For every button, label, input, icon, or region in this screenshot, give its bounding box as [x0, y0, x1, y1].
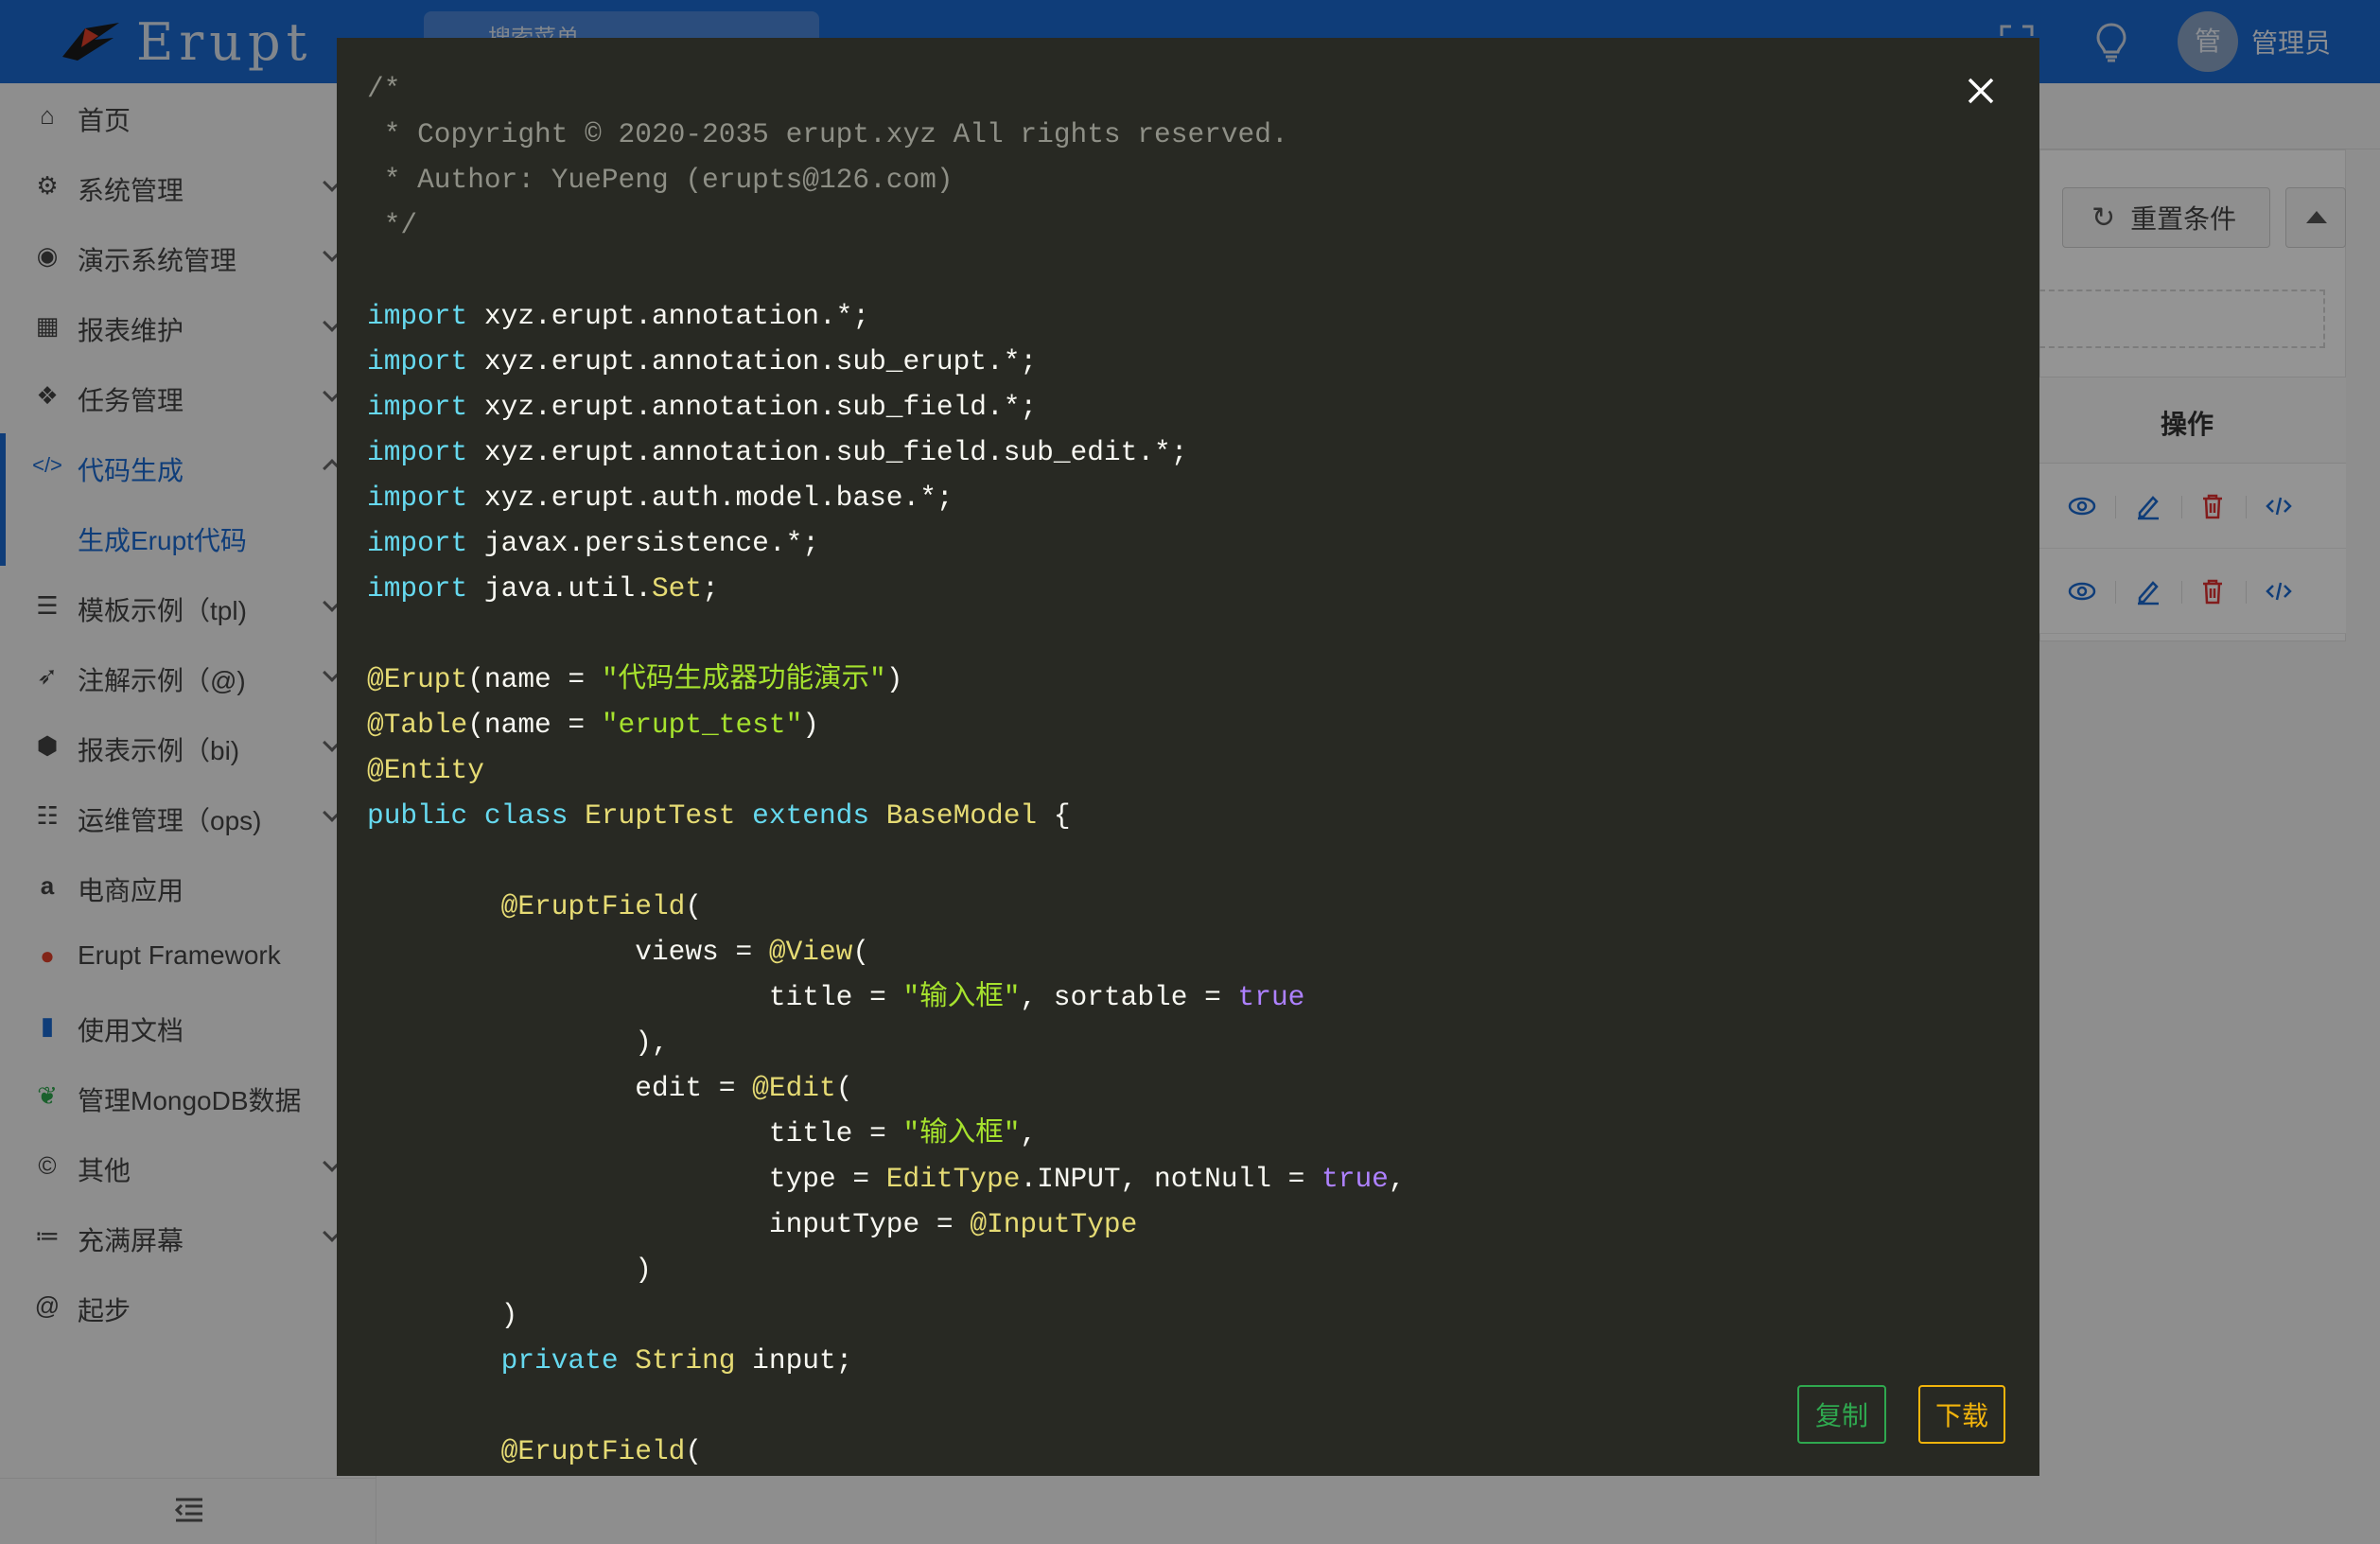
code-line: */ [367, 209, 418, 241]
copy-button[interactable]: 复制 [1797, 1385, 1886, 1444]
download-button[interactable]: 下载 [1918, 1385, 2005, 1444]
code-line: @Table(name = "erupt_test") [367, 709, 819, 741]
code-line: import java.util.Set; [367, 572, 719, 605]
code-line: inputType = @InputType [367, 1208, 1138, 1240]
code-line: import xyz.erupt.annotation.sub_field.su… [367, 436, 1188, 468]
code-line: private String input; [500, 1344, 853, 1377]
code-line: @EruptField( [500, 1435, 703, 1467]
code-line: title = "输入框", sortable = true [367, 981, 1305, 1013]
code-line: type = EditType.INPUT, notNull = true, [367, 1163, 1406, 1195]
code-block: /* * Copyright © 2020-2035 erupt.xyz All… [367, 66, 1406, 1474]
code-line: public class EruptTest extends BaseModel… [367, 799, 1071, 832]
code-line: import xyz.erupt.annotation.*; [367, 300, 870, 332]
code-line: * Author: YuePeng (erupts@126.com) [367, 164, 954, 196]
code-preview-modal: /* * Copyright © 2020-2035 erupt.xyz All… [337, 38, 2039, 1476]
code-line: ) [367, 1299, 518, 1331]
code-line: ) [367, 1254, 652, 1286]
code-line: @Entity [367, 754, 484, 786]
code-line: * Copyright © 2020-2035 erupt.xyz All ri… [367, 118, 1288, 150]
close-icon[interactable] [1960, 70, 2002, 112]
code-line: @Erupt(name = "代码生成器功能演示") [367, 663, 903, 695]
code-line: import xyz.erupt.annotation.sub_field.*; [367, 391, 1038, 423]
code-line: title = "输入框", [367, 1117, 1038, 1149]
code-line: @EruptField( [500, 890, 703, 922]
code-line: import javax.persistence.*; [367, 527, 819, 559]
code-line: import xyz.erupt.annotation.sub_erupt.*; [367, 345, 1038, 377]
code-line: /* [367, 73, 401, 105]
code-line: ), [367, 1026, 669, 1059]
code-line: views = @View( [367, 936, 870, 968]
code-line: import xyz.erupt.auth.model.base.*; [367, 482, 954, 514]
code-line: edit = @Edit( [367, 1072, 853, 1104]
